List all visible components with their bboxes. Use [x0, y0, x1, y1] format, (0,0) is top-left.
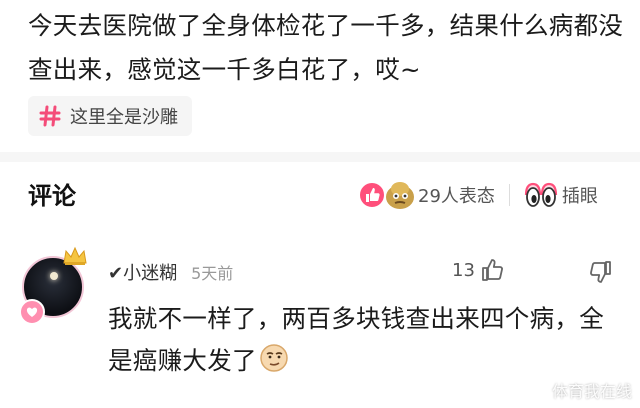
section-divider [0, 152, 640, 162]
comments-title: 评论 [28, 182, 76, 210]
comment-body: 我就不一样了，两百多块钱查出来四个病，全是癌赚大发了 [108, 304, 604, 375]
badge-icon [19, 299, 45, 325]
crown-icon [63, 246, 87, 265]
watermark: 体育我在线 [551, 382, 632, 401]
like-button[interactable]: 13 [452, 256, 507, 284]
topic-label: 这里全是沙雕 [70, 107, 178, 128]
commenter-avatar[interactable] [19, 246, 90, 326]
eyes-icon [524, 182, 558, 207]
moon-glow [50, 272, 58, 280]
eyes-button[interactable]: 插眼 [524, 181, 598, 209]
eyes-label: 插眼 [561, 186, 598, 207]
post-text: 今天去医院做了全身体检花了一千多，结果什么病都没查出来，感觉这一千多白花了，哎~ [28, 11, 624, 84]
reaction-icons[interactable] [358, 179, 416, 211]
like-count: 13 [452, 259, 475, 281]
dislike-button[interactable] [586, 258, 614, 290]
comment-header: ✔小迷糊 5天前 [108, 258, 233, 286]
username[interactable]: ✔小迷糊 [108, 259, 177, 285]
vertical-separator [508, 184, 510, 206]
face-reaction-icon [386, 182, 414, 209]
comment-text: 我就不一样了，两百多块钱查出来四个病，全是癌赚大发了 [108, 298, 608, 382]
thumbs-down-icon [590, 261, 611, 283]
comment-time: 5天前 [191, 264, 234, 283]
like-reaction-icon [358, 181, 386, 209]
topic-tag[interactable]: 这里全是沙雕 [28, 96, 192, 136]
reaction-count[interactable]: 29人表态 [418, 182, 495, 208]
hash-icon [39, 105, 61, 127]
smirk-emoji-icon [260, 344, 288, 372]
thumbs-up-icon [482, 259, 503, 281]
reactions-bar: 29人表态 插眼 [358, 178, 598, 212]
